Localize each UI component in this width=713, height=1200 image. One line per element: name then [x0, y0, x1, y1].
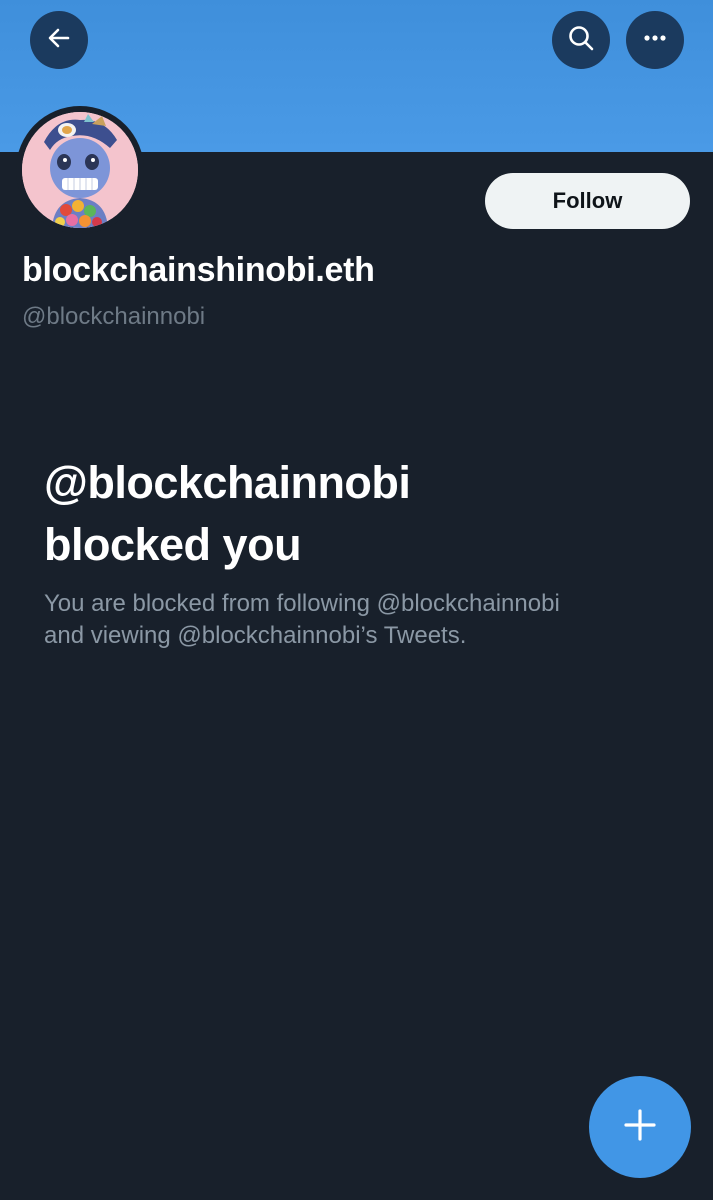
plus-icon: [623, 1108, 657, 1147]
blocked-title-line2: blocked you: [44, 519, 302, 570]
display-name: blockchainshinobi.eth: [22, 251, 375, 289]
more-options-button[interactable]: [626, 11, 684, 69]
profile-handle: @blockchainnobi: [22, 303, 206, 330]
arrow-left-icon: [46, 25, 72, 56]
profile-screen: Follow blockchainshinobi.eth @blockchain…: [0, 0, 713, 1200]
blocked-description: You are blocked from following @blockcha…: [44, 588, 684, 652]
back-button[interactable]: [30, 11, 88, 69]
blocked-title: @blockchainnobi blocked you: [44, 452, 664, 576]
compose-tweet-button[interactable]: [589, 1076, 691, 1178]
search-icon: [567, 24, 595, 57]
search-button[interactable]: [552, 11, 610, 69]
blocked-description-line2: and viewing @blockchainnobi’s Tweets.: [44, 622, 467, 649]
blocked-description-line1: You are blocked from following @blockcha…: [44, 590, 560, 617]
blocked-title-line1: @blockchainnobi: [44, 457, 411, 508]
more-horizontal-icon: [641, 24, 669, 57]
follow-button[interactable]: Follow: [485, 173, 690, 229]
avatar[interactable]: [22, 112, 138, 228]
